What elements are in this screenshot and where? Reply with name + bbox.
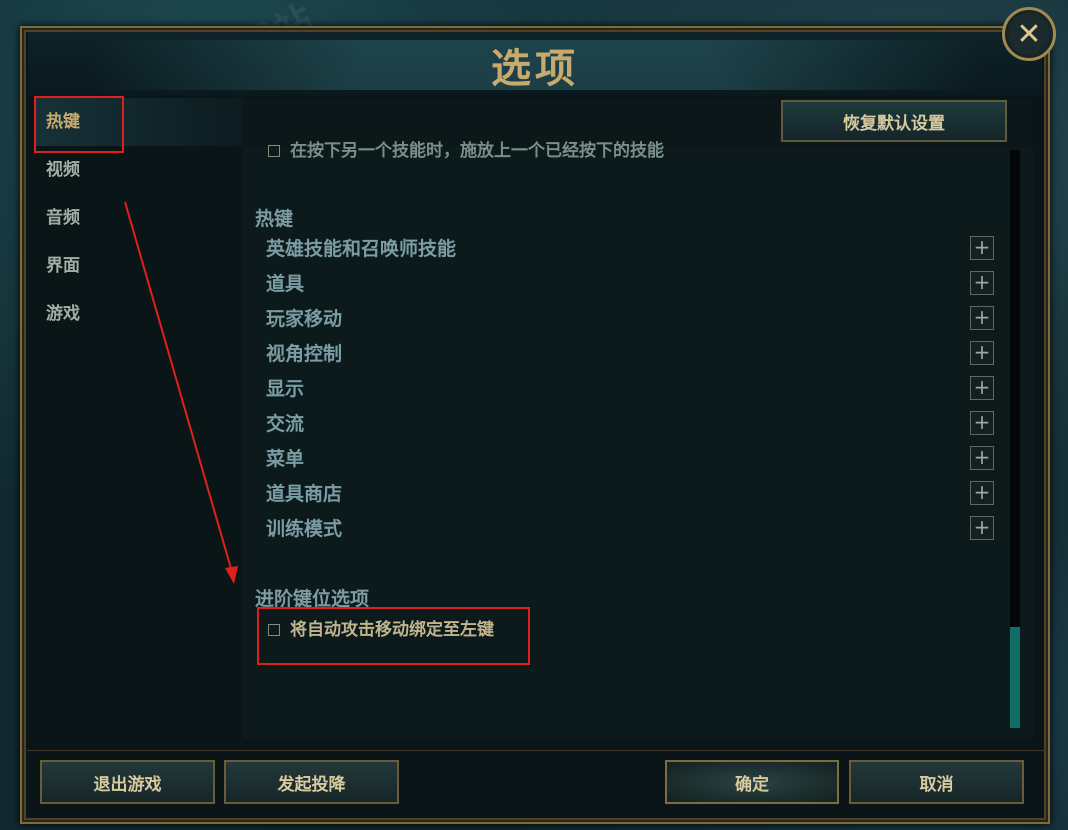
hotkeys-section-title: 热键 — [255, 208, 294, 230]
hotkey-group-label: 显示 — [266, 378, 305, 400]
sidebar-item-audio[interactable]: 音频 — [46, 204, 226, 232]
hotkey-group-label: 菜单 — [266, 448, 305, 470]
partial-option-row[interactable]: 在按下另一个技能时，施放上一个已经按下的技能 — [268, 140, 788, 162]
annotation-box-option — [257, 607, 530, 665]
expand-plus-icon[interactable]: + — [970, 271, 994, 295]
expand-plus-icon[interactable]: + — [970, 481, 994, 505]
partial-option-label: 在按下另一个技能时，施放上一个已经按下的技能 — [290, 141, 664, 161]
hotkey-group-row[interactable]: 显示 + — [266, 373, 996, 405]
hotkey-group-row[interactable]: 视角控制 + — [266, 338, 996, 370]
sidebar-item-video[interactable]: 视频 — [46, 156, 226, 184]
hotkey-group-label: 道具商店 — [266, 483, 343, 505]
hotkey-group-row[interactable]: 菜单 + — [266, 443, 996, 475]
sidebar: 热键 视频 音频 界面 游戏 — [32, 98, 244, 743]
expand-plus-icon[interactable]: + — [970, 446, 994, 470]
hotkey-group-label: 训练模式 — [266, 518, 343, 540]
ok-button[interactable]: 确定 — [665, 760, 839, 804]
expand-plus-icon[interactable]: + — [970, 376, 994, 400]
annotation-box-hotkeys — [34, 96, 124, 153]
expand-plus-icon[interactable]: + — [970, 411, 994, 435]
close-button[interactable]: ✕ — [1002, 7, 1056, 61]
cancel-button[interactable]: 取消 — [849, 760, 1024, 804]
hotkey-group-row[interactable]: 道具商店 + — [266, 478, 996, 510]
scrollbar-thumb[interactable] — [1010, 627, 1020, 728]
expand-plus-icon[interactable]: + — [970, 341, 994, 365]
quit-game-button[interactable]: 退出游戏 — [40, 760, 215, 804]
hotkey-group-row[interactable]: 道具 + — [266, 268, 996, 300]
close-icon: ✕ — [1016, 16, 1042, 52]
sidebar-item-interface[interactable]: 界面 — [46, 252, 226, 280]
partial-option-checkbox[interactable] — [268, 145, 280, 157]
sidebar-item-game[interactable]: 游戏 — [46, 300, 226, 328]
hotkey-group-row[interactable]: 交流 + — [266, 408, 996, 440]
hotkey-group-label: 英雄技能和召唤师技能 — [266, 238, 457, 260]
hotkey-group-row[interactable]: 玩家移动 + — [266, 303, 996, 335]
hotkey-group-label: 道具 — [266, 273, 305, 295]
expand-plus-icon[interactable]: + — [970, 236, 994, 260]
surrender-button[interactable]: 发起投降 — [224, 760, 399, 804]
hotkey-group-label: 视角控制 — [266, 343, 343, 365]
hotkey-group-row[interactable]: 英雄技能和召唤师技能 + — [266, 233, 996, 265]
hotkey-group-label: 玩家移动 — [266, 308, 343, 330]
hotkey-group-label: 交流 — [266, 413, 305, 435]
restore-defaults-button[interactable]: 恢复默认设置 — [781, 100, 1007, 142]
expand-plus-icon[interactable]: + — [970, 306, 994, 330]
hotkey-group-row[interactable]: 训练模式 + — [266, 513, 996, 545]
window-title: 选项 — [491, 46, 579, 92]
expand-plus-icon[interactable]: + — [970, 516, 994, 540]
